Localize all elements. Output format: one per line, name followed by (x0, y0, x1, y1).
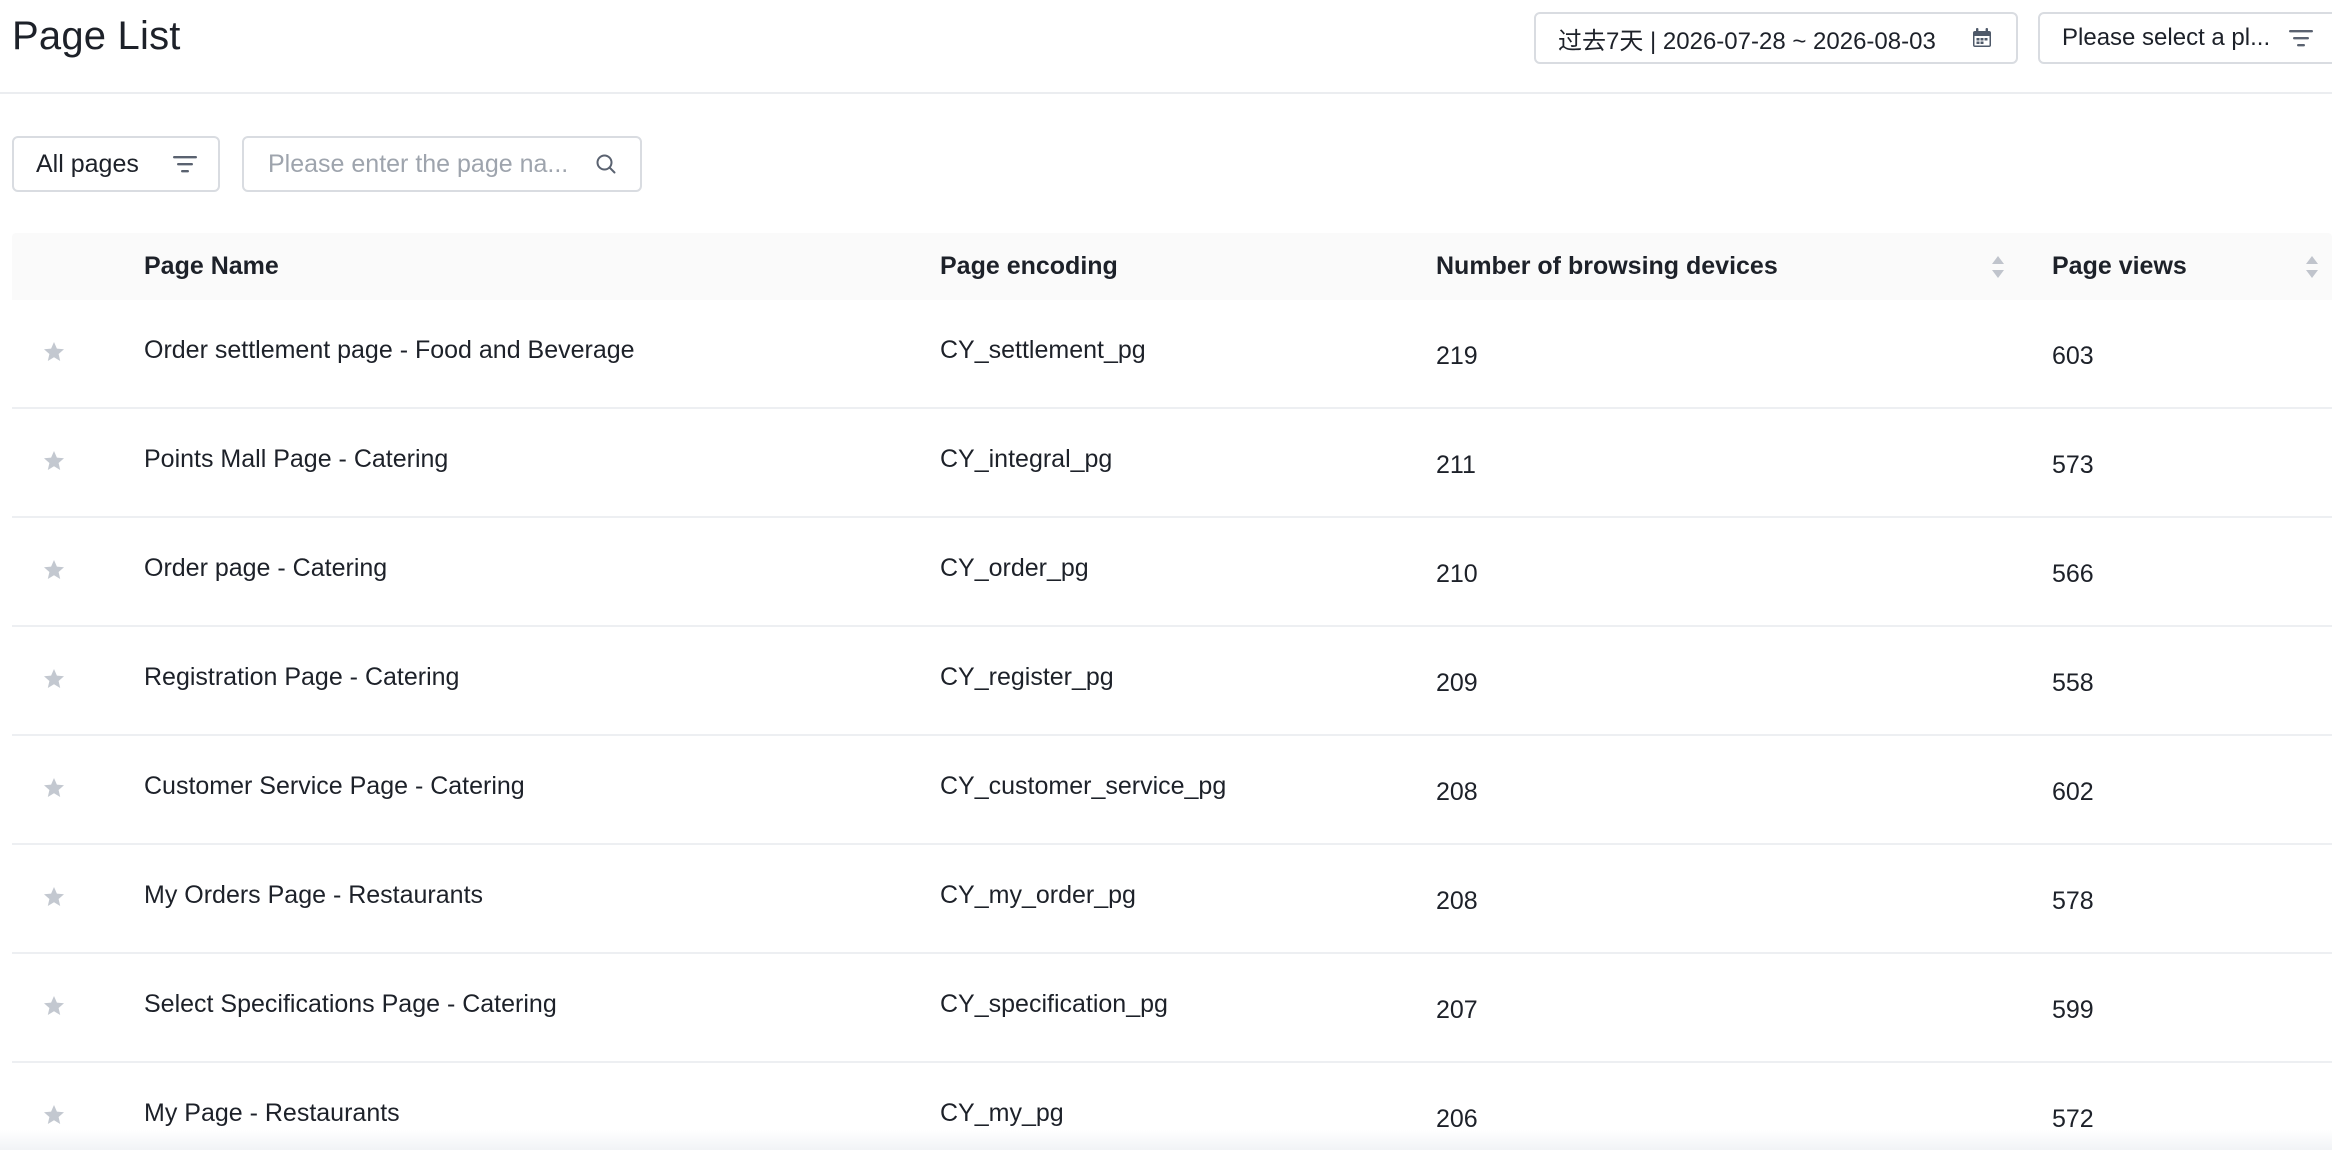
platform-select-label: Please select a pl... (2062, 24, 2271, 51)
cell-browsing-devices: 219 (1436, 342, 1478, 370)
cell-page-views: 572 (2052, 1105, 2094, 1133)
table-row[interactable]: Customer Service Page - Catering CY_cust… (12, 736, 2332, 845)
cell-browsing-devices: 208 (1436, 887, 1478, 915)
cell-browsing-devices: 206 (1436, 1105, 1478, 1133)
cell-page-views: 573 (2052, 451, 2094, 479)
calendar-icon (1970, 26, 1994, 50)
cell-page-encoding: CY_register_pg (940, 663, 1114, 691)
page-title: Page List (12, 14, 181, 58)
cell-page-name: Customer Service Page - Catering (144, 772, 525, 800)
cell-page-encoding: CY_integral_pg (940, 445, 1113, 473)
star-icon[interactable] (42, 558, 66, 582)
cell-page-name: My Page - Restaurants (144, 1099, 400, 1127)
column-header-page-name: Page Name (144, 252, 279, 280)
cell-browsing-devices: 207 (1436, 996, 1478, 1024)
cell-page-name: Select Specifications Page - Catering (144, 990, 557, 1018)
cell-page-encoding: CY_order_pg (940, 554, 1089, 582)
cell-page-encoding: CY_my_order_pg (940, 881, 1136, 909)
star-icon[interactable] (42, 340, 66, 364)
page-header: Page List 过去7天 | 2026-07-28 ~ 2026-08-03… (0, 0, 2332, 94)
cell-page-views: 599 (2052, 996, 2094, 1024)
table-row[interactable]: Order page - Catering CY_order_pg 210 56… (12, 518, 2332, 627)
star-icon[interactable] (42, 776, 66, 800)
filter-icon (172, 153, 198, 175)
cell-page-encoding: CY_my_pg (940, 1099, 1064, 1127)
table-row[interactable]: My Page - Restaurants CY_my_pg 206 572 (12, 1063, 2332, 1172)
pages-filter-dropdown[interactable]: All pages (12, 136, 220, 192)
table-row[interactable]: Select Specifications Page - Catering CY… (12, 954, 2332, 1063)
cell-browsing-devices: 208 (1436, 778, 1478, 806)
cell-page-name: Registration Page - Catering (144, 663, 460, 691)
cell-page-name: Points Mall Page - Catering (144, 445, 449, 473)
column-header-page-encoding: Page encoding (940, 252, 1118, 280)
search-icon[interactable] (594, 152, 618, 176)
sort-icon[interactable] (1990, 254, 2006, 280)
filter-icon (2288, 27, 2314, 49)
cell-page-encoding: CY_customer_service_pg (940, 772, 1227, 800)
table-row[interactable]: Order settlement page - Food and Beverag… (12, 300, 2332, 409)
cell-page-name: Order settlement page - Food and Beverag… (144, 336, 635, 364)
cell-page-views: 603 (2052, 342, 2094, 370)
cell-browsing-devices: 211 (1436, 451, 1476, 479)
platform-select[interactable]: Please select a pl... (2038, 12, 2332, 64)
table-body: Order settlement page - Food and Beverag… (12, 300, 2332, 1172)
table-row[interactable]: My Orders Page - Restaurants CY_my_order… (12, 845, 2332, 954)
cell-browsing-devices: 210 (1436, 560, 1478, 588)
table-row[interactable]: Points Mall Page - Catering CY_integral_… (12, 409, 2332, 518)
star-icon[interactable] (42, 885, 66, 909)
cell-page-encoding: CY_specification_pg (940, 990, 1168, 1018)
cell-page-views: 558 (2052, 669, 2094, 697)
cell-page-encoding: CY_settlement_pg (940, 336, 1146, 364)
star-icon[interactable] (42, 994, 66, 1018)
cell-page-name: My Orders Page - Restaurants (144, 881, 484, 909)
filter-bar: All pages (12, 136, 642, 192)
cell-page-views: 566 (2052, 560, 2094, 588)
star-icon[interactable] (42, 1103, 66, 1127)
page-table: Page Name Page encoding Number of browsi… (12, 233, 2332, 1172)
column-header-page-views[interactable]: Page views (2052, 233, 2320, 300)
cell-page-views: 578 (2052, 887, 2094, 915)
table-row[interactable]: Registration Page - Catering CY_register… (12, 627, 2332, 736)
star-icon[interactable] (42, 667, 66, 691)
search-input[interactable] (266, 148, 594, 180)
column-header-browsing-devices[interactable]: Number of browsing devices (1436, 233, 2006, 300)
table-header: Page Name Page encoding Number of browsi… (12, 233, 2332, 300)
star-icon[interactable] (42, 449, 66, 473)
cell-page-name: Order page - Catering (144, 554, 388, 582)
pages-filter-label: All pages (36, 149, 139, 178)
date-range-picker[interactable]: 过去7天 | 2026-07-28 ~ 2026-08-03 (1534, 12, 2018, 64)
cell-browsing-devices: 209 (1436, 669, 1478, 697)
sort-icon[interactable] (2304, 254, 2320, 280)
cell-page-views: 602 (2052, 778, 2094, 806)
date-range-label: 过去7天 | 2026-07-28 ~ 2026-08-03 (1558, 27, 1936, 55)
search-box[interactable] (242, 136, 642, 192)
